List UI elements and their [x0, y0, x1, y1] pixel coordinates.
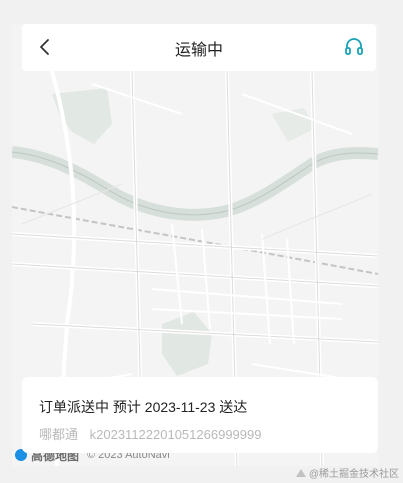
juejin-watermark: @稀土掘金技术社区	[295, 465, 399, 480]
delivery-status: 订单派送中 预计 2023-11-23 送达	[39, 399, 248, 415]
map-frame: 运输中 高德地图 © 2023 AutoNavi 订单派送中 预计 2023-1…	[12, 24, 378, 466]
watermark-text: @稀土掘金技术社区	[308, 469, 399, 480]
headset-icon	[345, 38, 363, 55]
top-bar: 运输中	[22, 24, 376, 71]
carrier-name: 哪都通	[39, 427, 79, 442]
order-info-card: 订单派送中 预计 2023-11-23 送达 哪都通 k202311222010…	[22, 377, 378, 453]
page-title: 运输中	[174, 41, 223, 59]
chevron-left-icon	[40, 39, 49, 55]
tracking-number[interactable]: k20231122201051266999999	[90, 427, 262, 442]
customer-service-button[interactable]	[342, 35, 366, 59]
back-button[interactable]	[32, 34, 58, 60]
juejin-logo-icon	[295, 468, 306, 477]
carrier-info: 哪都通 k20231122201051266999999	[39, 424, 261, 443]
